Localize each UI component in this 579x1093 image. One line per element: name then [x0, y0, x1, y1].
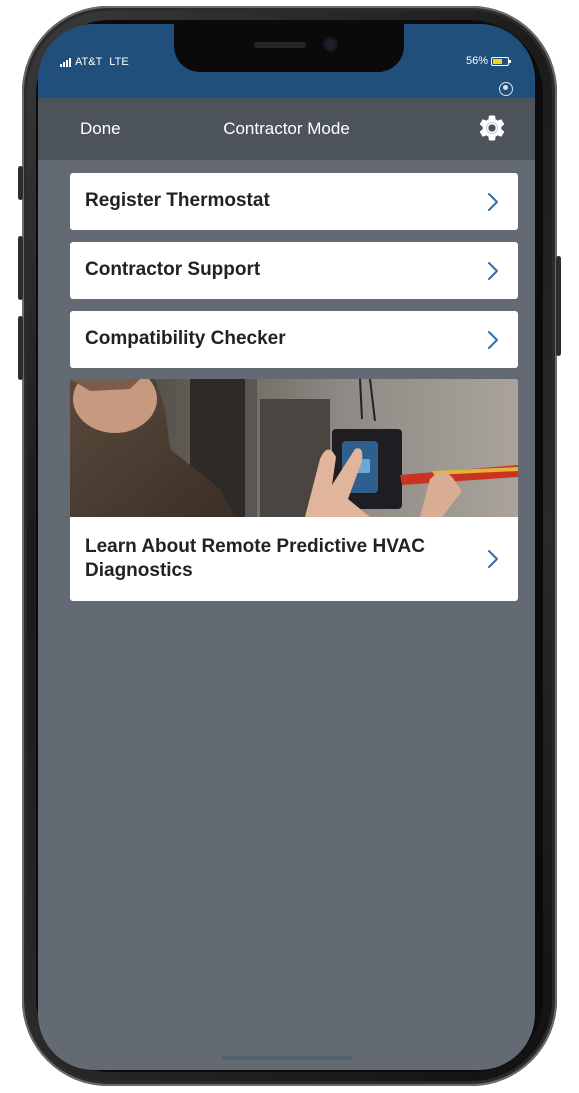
promo-card-remote-diagnostics[interactable]: Learn About Remote Predictive HVAC Diagn… [70, 379, 518, 601]
front-camera [325, 39, 336, 50]
speaker-grille [254, 42, 306, 48]
notch [174, 24, 404, 72]
status-right: 56% [465, 55, 511, 67]
network-label: LTE [109, 56, 129, 68]
home-indicator[interactable] [221, 1056, 352, 1060]
page-title: Contractor Mode [223, 119, 350, 138]
volume-down-button [18, 316, 23, 380]
chevron-right-icon [488, 331, 498, 349]
chevron-right-icon [488, 262, 498, 280]
technician-photo [70, 379, 518, 517]
menu-item-label: Contractor Support [85, 259, 261, 280]
person-icon [499, 82, 513, 96]
menu-item-compatibility-checker[interactable]: Compatibility Checker [70, 311, 518, 368]
gear-icon[interactable] [477, 113, 507, 143]
volume-up-button [18, 236, 23, 300]
menu-item-contractor-support[interactable]: Contractor Support [70, 242, 518, 299]
battery-percent: 56% [465, 55, 488, 67]
menu-item-register-thermostat[interactable]: Register Thermostat [70, 173, 518, 230]
status-left: AT&T LTE [60, 56, 129, 68]
chevron-right-icon [488, 550, 498, 568]
silent-switch [18, 166, 23, 200]
menu-item-label: Register Thermostat [85, 190, 270, 211]
promo-label: Learn About Remote Predictive HVAC Diagn… [85, 536, 425, 581]
menu-list: Register Thermostat Contractor Support C… [70, 173, 518, 380]
menu-item-label: Compatibility Checker [85, 328, 286, 349]
navigation-bar: Done Contractor Mode [38, 98, 535, 160]
power-button [556, 256, 561, 356]
carrier-label: AT&T [75, 56, 103, 68]
chevron-right-icon [488, 193, 498, 211]
app-screen: AT&T LTE 56% Done Contractor Mode Regist… [38, 24, 535, 1070]
signal-icon [60, 57, 71, 67]
battery-icon [491, 56, 511, 66]
